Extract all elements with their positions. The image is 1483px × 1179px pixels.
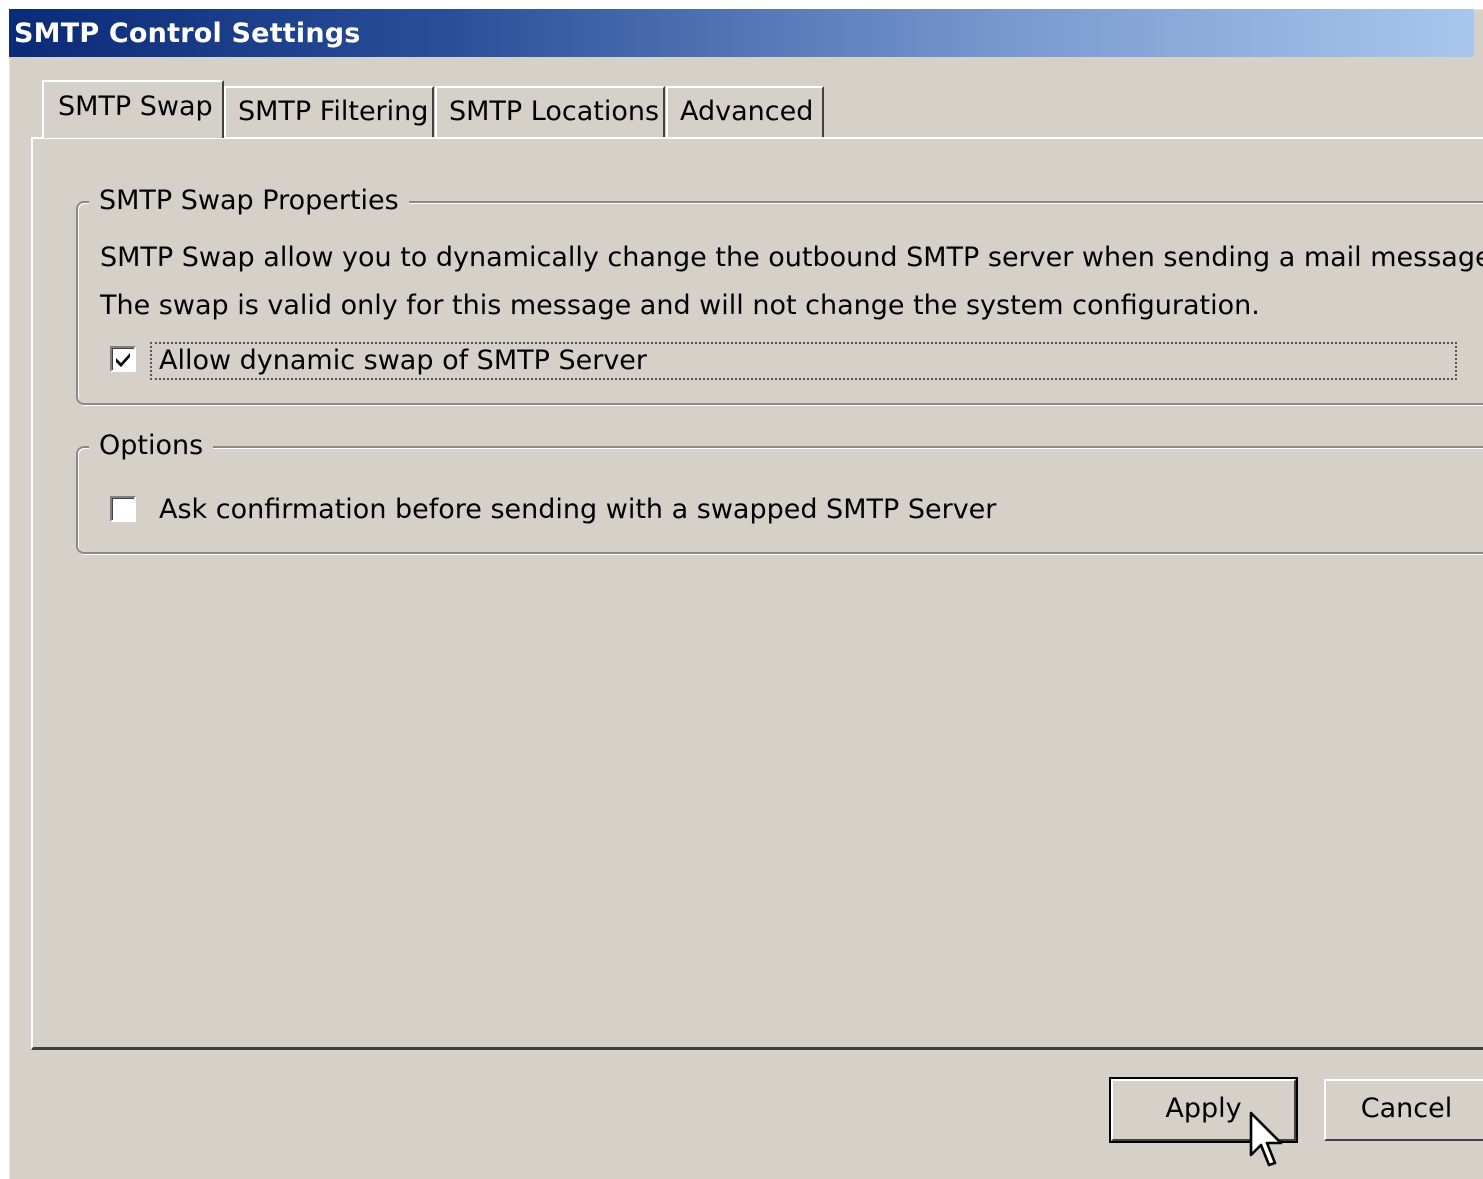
tab-smtp-locations[interactable]: SMTP Locations: [435, 86, 665, 138]
ask-confirmation-label[interactable]: Ask confirmation before sending with a s…: [159, 494, 996, 525]
window-title: SMTP Control Settings: [14, 18, 361, 49]
allow-swap-checkbox[interactable]: [110, 346, 136, 372]
swap-description-line1: SMTP Swap allow you to dynamically chang…: [100, 242, 1483, 273]
tab-smtp-swap[interactable]: SMTP Swap: [42, 80, 224, 138]
tab-smtp-filtering[interactable]: SMTP Filtering: [224, 86, 434, 138]
mouse-pointer-icon: [1249, 1111, 1283, 1167]
checkmark-icon: [116, 353, 130, 367]
tab-advanced[interactable]: Advanced: [666, 86, 824, 138]
swap-properties-legend: SMTP Swap Properties: [89, 185, 409, 216]
ask-confirmation-checkbox[interactable]: [110, 496, 136, 522]
options-legend: Options: [89, 430, 214, 461]
swap-description-line2: The swap is valid only for this message …: [100, 290, 1260, 321]
cancel-button[interactable]: Cancel: [1324, 1079, 1483, 1141]
title-bar[interactable]: SMTP Control Settings: [9, 9, 1474, 57]
allow-swap-label[interactable]: Allow dynamic swap of SMTP Server: [159, 345, 647, 376]
